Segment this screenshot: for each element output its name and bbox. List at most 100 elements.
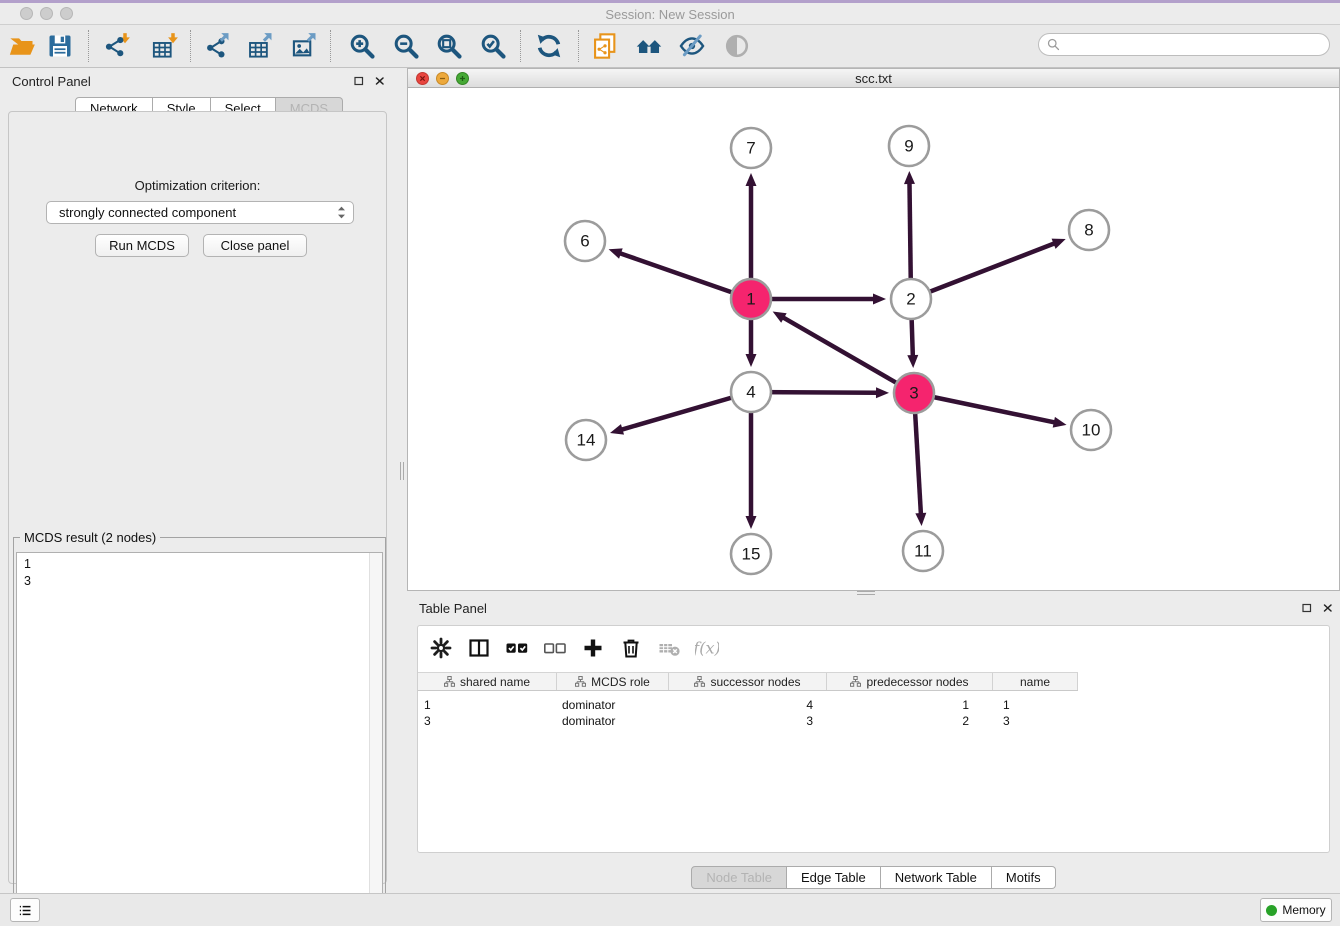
- memory-button[interactable]: Memory: [1260, 898, 1332, 922]
- table-cell[interactable]: 4: [669, 697, 827, 713]
- task-history-button[interactable]: [10, 898, 40, 922]
- status-bar: Memory: [0, 893, 1340, 926]
- graph-edge-arrow-4-3: [876, 387, 889, 398]
- table-cell[interactable]: 3: [993, 713, 1078, 729]
- toolbar-separator: [190, 30, 191, 62]
- search-icon: [1046, 37, 1061, 52]
- column-header-shared-name[interactable]: shared name: [418, 673, 557, 690]
- run-mcds-button[interactable]: Run MCDS: [95, 234, 189, 257]
- vertical-splitter-handle[interactable]: [398, 462, 405, 480]
- import-table-icon[interactable]: [151, 31, 181, 61]
- new-network-from-selection-icon[interactable]: [590, 31, 620, 61]
- hide-selected-icon[interactable]: [677, 31, 707, 61]
- graph-node-label-9: 9: [904, 137, 913, 156]
- graph-node-label-10: 10: [1082, 421, 1101, 440]
- table-close-panel-icon[interactable]: [1321, 601, 1334, 614]
- column-header-MCDS-role[interactable]: MCDS role: [557, 673, 669, 690]
- network-window-titlebar[interactable]: scc.txt: [408, 69, 1339, 88]
- column-header-name[interactable]: name: [993, 673, 1078, 690]
- mcds-result-scrollbar[interactable]: [369, 553, 382, 912]
- zoom-in-icon[interactable]: [347, 31, 377, 61]
- tab-edge-table[interactable]: Edge Table: [787, 866, 881, 889]
- graph-node-label-6: 6: [580, 232, 589, 251]
- table-cell[interactable]: 3: [418, 713, 557, 729]
- table-cell[interactable]: 1: [993, 697, 1078, 713]
- graph-edge-arrow-2-9: [904, 171, 915, 184]
- toolbar-separator: [88, 30, 89, 62]
- hierarchy-icon: [575, 676, 586, 687]
- refresh-layout-icon[interactable]: [534, 31, 564, 61]
- network-view-window: scc.txt 7968124314101511: [407, 68, 1340, 591]
- tab-node-table[interactable]: Node Table: [691, 866, 787, 889]
- graph-node-label-8: 8: [1084, 221, 1093, 240]
- import-network-icon[interactable]: [103, 31, 133, 61]
- table-cell[interactable]: dominator: [557, 697, 669, 713]
- export-table-icon[interactable]: [246, 31, 276, 61]
- graph-edge-2-8[interactable]: [911, 243, 1055, 299]
- table-row[interactable]: 1dominator411: [418, 697, 1078, 713]
- network-window-title: scc.txt: [408, 71, 1339, 86]
- graph-edge-3-1[interactable]: [783, 317, 914, 393]
- table-settings-icon[interactable]: [428, 635, 454, 661]
- table-cell[interactable]: 2: [827, 713, 993, 729]
- graph-edge-arrow-1-4: [746, 354, 757, 367]
- save-session-icon[interactable]: [45, 31, 75, 61]
- node-table: f(x) shared name MCDS role successor nodes…: [417, 625, 1330, 853]
- graph-edge-arrow-1-6: [609, 248, 623, 258]
- graph-node-label-1: 1: [746, 290, 755, 309]
- graph-edge-arrow-1-2: [873, 294, 886, 305]
- hierarchy-icon: [850, 676, 861, 687]
- column-label: MCDS role: [591, 675, 650, 689]
- mcds-result-title: MCDS result (2 nodes): [20, 530, 160, 545]
- tab-network-table[interactable]: Network Table: [881, 866, 992, 889]
- first-neighbors-icon[interactable]: [634, 31, 664, 61]
- add-column-icon[interactable]: [580, 635, 606, 661]
- delete-column-icon[interactable]: [618, 635, 644, 661]
- svg-text:f(x): f(x): [695, 639, 719, 658]
- network-canvas[interactable]: 7968124314101511: [408, 88, 1339, 590]
- mcds-panel-body: Optimization criterion: strongly connect…: [8, 111, 387, 884]
- graph-node-label-2: 2: [906, 290, 915, 309]
- table-panel-title: Table Panel: [419, 601, 487, 616]
- column-label: name: [1020, 675, 1050, 689]
- optimization-criterion-select[interactable]: strongly connected component: [46, 201, 354, 224]
- table-cell[interactable]: 3: [669, 713, 827, 729]
- column-header-predecessor-nodes[interactable]: predecessor nodes: [827, 673, 993, 690]
- deselect-all-checkboxes-icon[interactable]: [542, 635, 568, 661]
- show-all-icon: [722, 31, 752, 61]
- graph-node-label-4: 4: [746, 383, 755, 402]
- column-header-successor-nodes[interactable]: successor nodes: [669, 673, 827, 690]
- zoom-out-icon[interactable]: [391, 31, 421, 61]
- mcds-result-list[interactable]: 1 3: [16, 552, 383, 913]
- zoom-fit-icon[interactable]: [434, 31, 464, 61]
- tab-motifs[interactable]: Motifs: [992, 866, 1056, 889]
- graph-node-label-14: 14: [577, 431, 596, 450]
- search-input[interactable]: [1061, 35, 1329, 55]
- table-float-panel-icon[interactable]: [1300, 601, 1313, 614]
- hierarchy-icon: [444, 676, 455, 687]
- app-title: Session: New Session: [0, 7, 1340, 22]
- table-cell[interactable]: 1: [418, 697, 557, 713]
- float-panel-icon[interactable]: [352, 74, 365, 87]
- memory-status-icon: [1266, 905, 1277, 916]
- search-box[interactable]: [1038, 33, 1330, 56]
- export-image-icon[interactable]: [290, 31, 320, 61]
- export-network-icon[interactable]: [203, 31, 233, 61]
- table-cell[interactable]: 1: [827, 697, 993, 713]
- close-panel-button[interactable]: Close panel: [203, 234, 307, 257]
- zoom-selected-icon[interactable]: [478, 31, 508, 61]
- app-titlebar: Session: New Session: [0, 3, 1340, 25]
- delete-table-icon: [656, 635, 682, 661]
- control-panel-title: Control Panel: [12, 74, 91, 89]
- optimization-criterion-value: strongly connected component: [59, 205, 236, 220]
- graph-node-label-3: 3: [909, 384, 918, 403]
- open-session-icon[interactable]: [7, 31, 37, 61]
- graph-edge-3-10[interactable]: [914, 393, 1055, 422]
- table-cell[interactable]: dominator: [557, 713, 669, 729]
- select-all-checkboxes-icon[interactable]: [504, 635, 530, 661]
- toolbar-separator: [578, 30, 579, 62]
- split-panel-icon[interactable]: [466, 635, 492, 661]
- graph-edge-arrow-4-14: [610, 424, 624, 435]
- table-row[interactable]: 3dominator323: [418, 713, 1078, 729]
- close-panel-icon[interactable]: [373, 74, 386, 87]
